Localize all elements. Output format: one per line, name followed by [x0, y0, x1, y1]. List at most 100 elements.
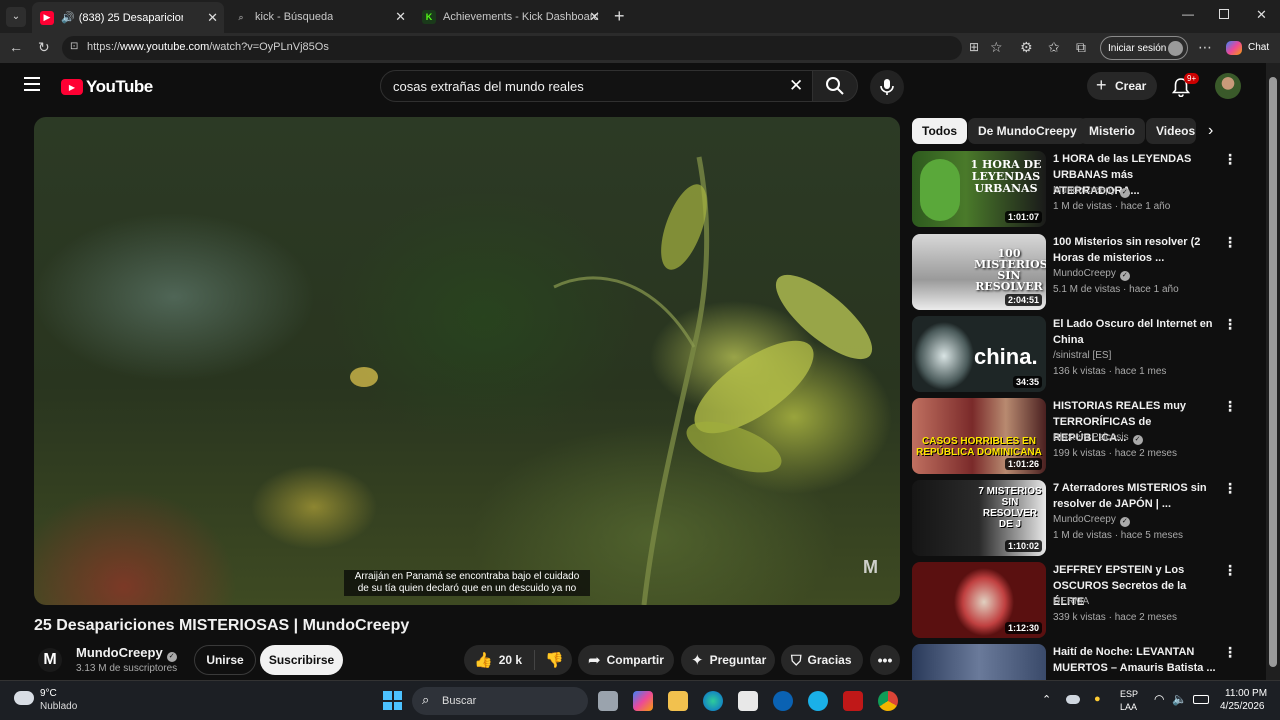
onedrive-icon[interactable] — [1066, 695, 1080, 704]
battery-icon[interactable] — [1193, 695, 1209, 704]
channel-name[interactable]: MundoCreepy ✓ — [76, 645, 177, 662]
voice-search-button[interactable] — [870, 70, 904, 104]
video-thumbnail[interactable]: 100 MISTERIOS SIN RESOLVER 2:04:51 — [912, 234, 1046, 310]
video-thumbnail[interactable]: 1 HORA DE LEYENDAS URBANAS 1:01:07 — [912, 151, 1046, 227]
extensions-icon[interactable]: ⚙ — [1020, 39, 1033, 55]
collections-icon[interactable]: ⧉ — [1076, 39, 1086, 55]
notifications-button[interactable]: 9+ — [1171, 73, 1200, 102]
video-thumbnail[interactable]: 7 MISTERIOS SIN RESOLVER DE J 1:10:02 — [912, 480, 1046, 556]
language-code[interactable]: ESP — [1120, 689, 1138, 699]
create-label: Crear — [1115, 79, 1147, 93]
kebab-menu-icon[interactable]: ⋮ — [1223, 398, 1237, 415]
dislike-button[interactable]: 👎 — [535, 651, 564, 669]
file-explorer-icon[interactable] — [668, 691, 688, 711]
taskbar-search[interactable]: ⌕ Buscar — [412, 687, 588, 715]
edge-icon[interactable] — [703, 691, 723, 711]
speaker-icon[interactable]: 🔊 — [61, 11, 75, 24]
reload-icon[interactable]: ↻ — [38, 39, 50, 55]
thanks-button[interactable]: ⛉ Gracias — [781, 645, 863, 675]
site-info-icon[interactable]: ⊡ — [70, 41, 78, 52]
maximize-window-button[interactable] — [1219, 9, 1229, 19]
kebab-menu-icon[interactable]: ⋮ — [1223, 644, 1237, 661]
more-options-icon[interactable]: ⋯ — [1198, 39, 1212, 55]
kebab-menu-icon[interactable]: ⋮ — [1223, 480, 1237, 497]
tab-youtube[interactable]: ▶ 🔊 (838) 25 Desapariciones MISTE ✕ — [32, 2, 224, 33]
tab-label: (838) 25 Desapariciones MISTE — [78, 11, 183, 24]
weather-icon[interactable] — [14, 691, 34, 705]
video-thumbnail[interactable]: 1:12:30 — [912, 562, 1046, 638]
kebab-menu-icon[interactable]: ⋮ — [1223, 234, 1237, 251]
recommendation-item[interactable]: 1 HORA DE LEYENDAS URBANAS 1:01:07 1 HOR… — [912, 151, 1242, 229]
kebab-menu-icon[interactable]: ⋮ — [1223, 316, 1237, 333]
youtube-logo-text: YouTube — [86, 77, 153, 96]
wifi-icon[interactable]: ◠ — [1154, 692, 1164, 706]
scrollbar-thumb[interactable] — [1269, 77, 1277, 667]
keyboard-layout[interactable]: LAA — [1120, 702, 1137, 712]
chip-videos[interactable]: Videos — [1146, 118, 1196, 144]
share-button[interactable]: ➦ Compartir — [578, 645, 674, 675]
tab-list-button[interactable]: ⌄ — [6, 7, 26, 27]
chips-next-icon[interactable]: › — [1208, 122, 1213, 140]
video-thumbnail[interactable]: china. 34:35 — [912, 316, 1046, 392]
page-scrollbar[interactable] — [1266, 63, 1280, 680]
subscribe-button[interactable]: Suscribirse — [260, 645, 343, 675]
signin-button[interactable]: Iniciar sesión — [1100, 36, 1188, 60]
search-button[interactable] — [812, 70, 858, 102]
address-bar[interactable]: ⊡ https://www.youtube.com/watch?v=OyPLnV… — [62, 36, 979, 60]
close-window-button[interactable]: ✕ — [1256, 7, 1267, 23]
video-thumbnail[interactable] — [912, 644, 1046, 680]
chat-label[interactable]: Chat — [1248, 42, 1269, 53]
new-tab-button[interactable]: + — [614, 6, 625, 27]
more-actions-button[interactable]: ••• — [870, 645, 900, 675]
close-tab-icon[interactable]: ✕ — [589, 9, 600, 25]
recommendation-item[interactable]: 7 MISTERIOS SIN RESOLVER DE J 1:10:02 7 … — [912, 480, 1242, 558]
norton-icon[interactable] — [808, 691, 828, 711]
channel-avatar[interactable]: M — [38, 648, 62, 672]
copilot-icon[interactable] — [1226, 41, 1242, 55]
volume-icon[interactable]: 🔈 — [1172, 692, 1187, 706]
tab-kick-search[interactable]: ⌕ kick - Búsqueda ✕ — [226, 4, 412, 30]
recommendation-item[interactable]: 1:12:30 JEFFREY EPSTEIN y Los OSCUROS Se… — [912, 562, 1242, 640]
recommendation-item[interactable]: china. 34:35 El Lado Oscuro del Internet… — [912, 316, 1242, 394]
start-button[interactable] — [383, 691, 402, 710]
recommendation-item[interactable]: 100 MISTERIOS SIN RESOLVER 2:04:51 100 M… — [912, 234, 1242, 312]
favorite-star-icon[interactable]: ☆ — [990, 39, 1003, 55]
tray-overflow-icon[interactable]: ⌃ — [1042, 693, 1051, 706]
recommendation-item[interactable]: Haití de Noche: LEVANTAN MUERTOS – Amaur… — [912, 644, 1242, 680]
chip-misterio[interactable]: Misterio — [1079, 118, 1146, 144]
like-button[interactable]: 👍 20 k — [464, 645, 522, 675]
chrome-icon[interactable] — [878, 691, 898, 711]
chip-de-mundocreepy[interactable]: De MundoCreepy — [968, 118, 1087, 144]
clock-date[interactable]: 4/25/2026 — [1220, 701, 1265, 712]
duration-badge: 2:04:51 — [1004, 294, 1042, 306]
location-icon[interactable]: ● — [1094, 693, 1101, 705]
minimize-window-button[interactable]: — — [1182, 7, 1194, 21]
clock-time[interactable]: 11:00 PM — [1225, 688, 1267, 699]
favorites-icon[interactable]: ✩ — [1048, 39, 1060, 55]
join-button[interactable]: Unirse — [194, 645, 256, 675]
search-input[interactable]: cosas extrañas del mundo reales ✕ — [380, 70, 813, 102]
clear-search-icon[interactable]: ✕ — [789, 76, 803, 96]
chip-todos[interactable]: Todos — [912, 118, 968, 144]
kebab-menu-icon[interactable]: ⋮ — [1223, 562, 1237, 579]
ask-button[interactable]: ✦ Preguntar — [681, 645, 775, 675]
close-tab-icon[interactable]: ✕ — [395, 9, 406, 25]
close-tab-icon[interactable]: ✕ — [207, 10, 218, 26]
kebab-menu-icon[interactable]: ⋮ — [1223, 151, 1237, 168]
thumb-text: CASOS HORRIBLES EN REPÚBLICA DOMINICANA — [916, 436, 1042, 458]
video-thumbnail[interactable]: CASOS HORRIBLES EN REPÚBLICA DOMINICANA … — [912, 398, 1046, 474]
youtube-logo[interactable]: ▶ YouTube — [61, 77, 153, 97]
copilot-app-icon[interactable] — [633, 691, 653, 711]
recommendation-item[interactable]: CASOS HORRIBLES EN REPÚBLICA DOMINICANA … — [912, 398, 1242, 476]
create-button[interactable]: + Crear — [1087, 72, 1157, 100]
account-avatar[interactable] — [1215, 73, 1241, 99]
back-icon[interactable]: ← — [9, 39, 23, 55]
tab-kick-dashboard[interactable]: K Achievements - Kick Dashboard ✕ — [414, 4, 606, 30]
video-player[interactable]: M — [34, 117, 900, 605]
store-icon[interactable] — [738, 691, 758, 711]
app-available-icon[interactable]: ⊞ — [969, 40, 979, 54]
menu-icon[interactable] — [24, 77, 40, 91]
mcafee-icon[interactable] — [843, 691, 863, 711]
task-view-icon[interactable] — [598, 691, 618, 711]
hp-icon[interactable] — [773, 691, 793, 711]
